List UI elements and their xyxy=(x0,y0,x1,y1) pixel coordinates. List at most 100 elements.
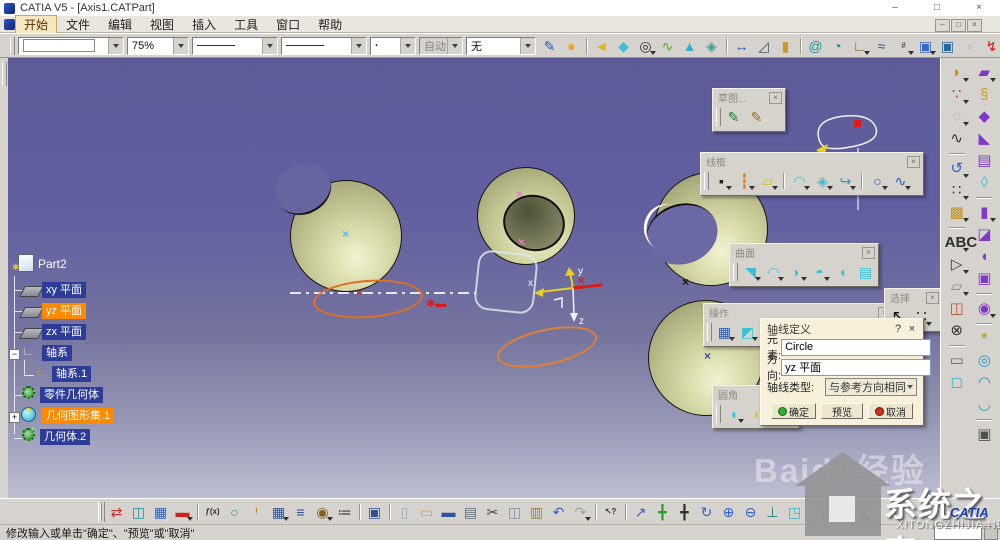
menu-insert[interactable]: 插入 xyxy=(183,15,225,34)
ghost-tool-icon[interactable]: ◌ xyxy=(945,106,969,127)
line-type-combo[interactable] xyxy=(192,36,278,55)
close-icon[interactable]: × xyxy=(926,291,939,304)
catalog-browser-icon[interactable]: ▣ xyxy=(364,502,385,522)
comment-icon[interactable]: ○ xyxy=(224,502,245,522)
corner-icon[interactable]: ↪ xyxy=(835,171,856,191)
points-grid-icon[interactable]: ∷ xyxy=(945,180,969,201)
toolbar-grip[interactable] xyxy=(716,405,721,423)
offset-surface-icon[interactable]: ◓ xyxy=(809,262,830,282)
sketcher-icon[interactable]: ✎ xyxy=(723,107,744,127)
healing-icon[interactable]: ◠ xyxy=(972,372,996,393)
view-plane-icon[interactable]: ▱ xyxy=(945,276,969,297)
flag-note-icon[interactable]: ▷ xyxy=(945,254,969,275)
measure-item-icon[interactable]: ◿ xyxy=(753,36,774,56)
save-icon[interactable]: ▬ xyxy=(438,502,459,522)
toolbar-grip[interactable] xyxy=(10,36,15,55)
ok-button[interactable]: 确定 xyxy=(771,403,816,419)
scan-browse-icon[interactable]: ◫ xyxy=(128,502,149,522)
unfold-icon[interactable]: ◆ xyxy=(613,36,634,56)
relations-icon[interactable]: ≡ xyxy=(290,502,311,522)
delete-useless-icon[interactable]: ▬ xyxy=(172,502,193,522)
tree-collapse-toggle[interactable]: − xyxy=(9,349,20,360)
opacity-combo[interactable]: 75% xyxy=(127,36,189,55)
pink-point-marker[interactable]: × xyxy=(516,188,523,200)
print-icon[interactable]: ▤ xyxy=(460,502,481,522)
select-frame-icon[interactable]: ▫ xyxy=(959,36,980,56)
status-power-input[interactable] xyxy=(934,526,982,540)
restore-button[interactable]: □ xyxy=(924,1,950,14)
zoom-out-icon[interactable]: ⊖ xyxy=(740,502,761,522)
close-icon[interactable]: ◡ xyxy=(972,394,996,415)
burst-icon[interactable]: ⊗ xyxy=(945,320,969,341)
historical-graph-icon[interactable]: ≈ xyxy=(871,36,892,56)
parents-children-icon[interactable]: ▦ xyxy=(150,502,171,522)
rotate-view-icon[interactable]: ↻ xyxy=(696,502,717,522)
help-icon[interactable]: ? xyxy=(806,502,827,522)
law-icon[interactable]: ∿ xyxy=(945,128,969,149)
toolbar-grip[interactable] xyxy=(716,108,721,126)
menu-start[interactable]: 开始 xyxy=(15,14,58,34)
tree-item-axis-1[interactable]: 轴系.1 xyxy=(52,366,92,382)
line-weight-combo[interactable] xyxy=(281,36,367,55)
cube-icon[interactable]: ▣ xyxy=(937,36,958,56)
copy-icon[interactable]: ◫ xyxy=(504,502,525,522)
extrude-surface-icon[interactable]: ◥ xyxy=(740,262,761,282)
update-icon[interactable]: ⇄ xyxy=(106,502,127,522)
plane-icon[interactable] xyxy=(19,328,44,339)
axis-system-icon[interactable]: ∟ xyxy=(36,365,48,379)
menu-help[interactable]: 帮助 xyxy=(309,15,351,34)
whats-this-icon[interactable]: ↖? xyxy=(600,502,621,522)
exchange-cube-icon[interactable]: ▣ xyxy=(915,36,936,56)
pocket-icon[interactable]: ◪ xyxy=(972,224,996,245)
black-point-marker[interactable]: × xyxy=(682,276,689,288)
sweep-volume-icon[interactable]: ▰ xyxy=(972,62,997,83)
sketcher-toolbar[interactable]: 草图... × ✎ ✎ xyxy=(712,88,786,132)
pink-point-marker[interactable]: × xyxy=(518,236,525,248)
draft-analysis-icon[interactable]: ▲ xyxy=(679,36,700,56)
preview-button[interactable]: 预览 xyxy=(821,403,863,419)
dialog-close-button[interactable]: × xyxy=(905,323,919,335)
text-annotation-icon[interactable]: ABC xyxy=(945,232,977,253)
shaft-icon[interactable]: ◖ xyxy=(972,246,996,267)
tree-expand-toggle[interactable]: + xyxy=(9,412,20,423)
copy-graphic-properties-icon[interactable]: ✎ xyxy=(539,36,560,56)
check-icon[interactable]: ! xyxy=(246,502,267,522)
cancel-button[interactable]: 取消 xyxy=(868,403,913,419)
fill-surface-icon[interactable]: ▤ xyxy=(855,262,876,282)
camera-icon[interactable]: ▣ xyxy=(972,424,996,445)
pad-icon[interactable]: ▮ xyxy=(972,202,997,223)
resize-grip[interactable] xyxy=(984,526,998,540)
shading-icon[interactable]: ◧ xyxy=(828,502,849,522)
tree-item-yz-plane[interactable]: yz 平面 xyxy=(42,303,87,319)
surfaces-toolbar[interactable]: 曲面 × ◥ ◠ ◗ ◓ ◖ ▤ xyxy=(729,243,879,287)
repeat-icon[interactable]: ↺ xyxy=(945,158,969,179)
element-field[interactable] xyxy=(781,338,932,356)
dialog-title-bar[interactable]: 轴线定义 ? × xyxy=(761,319,923,337)
flash-update-icon[interactable]: ↯ xyxy=(981,36,1000,56)
axis-system-icon[interactable]: ∟ xyxy=(849,36,870,56)
powercopy-icon[interactable]: ▩ xyxy=(945,202,969,223)
iso-view-icon[interactable]: ◳ xyxy=(784,502,805,522)
thick-surface-icon[interactable]: ◆ xyxy=(972,106,996,127)
blue-point-marker[interactable]: × xyxy=(704,350,711,362)
remove-face-icon[interactable]: * xyxy=(972,328,996,349)
shape-fillet-icon[interactable]: ◖ xyxy=(723,404,744,424)
menu-file[interactable]: 文件 xyxy=(57,15,99,34)
frame-circle-icon[interactable]: ◎ xyxy=(635,36,656,56)
formula-icon[interactable]: ƒ(x) xyxy=(202,502,223,522)
normal-view-icon[interactable]: ⊥ xyxy=(762,502,783,522)
fly-mode-icon[interactable]: ↗ xyxy=(630,502,651,522)
toolbar-grip[interactable] xyxy=(704,172,709,190)
close-icon[interactable]: × xyxy=(907,155,920,168)
equivalent-dimensions-icon[interactable]: ≔ xyxy=(334,502,355,522)
paint-properties-icon[interactable]: ● xyxy=(561,36,582,56)
intersection-icon[interactable]: ◈ xyxy=(812,171,833,191)
dialog-help-button[interactable]: ? xyxy=(891,323,905,335)
open-file-icon[interactable]: ▭ xyxy=(416,502,437,522)
mdi-restore-button[interactable]: □ xyxy=(951,19,966,32)
close-icon[interactable]: × xyxy=(769,91,782,104)
tree-item-body-2[interactable]: 几何体.2 xyxy=(40,429,91,445)
grid-icon[interactable]: # xyxy=(893,36,914,56)
paste-icon[interactable]: ▥ xyxy=(526,502,547,522)
axis-type-select[interactable]: 与参考方向相同 xyxy=(825,378,917,396)
